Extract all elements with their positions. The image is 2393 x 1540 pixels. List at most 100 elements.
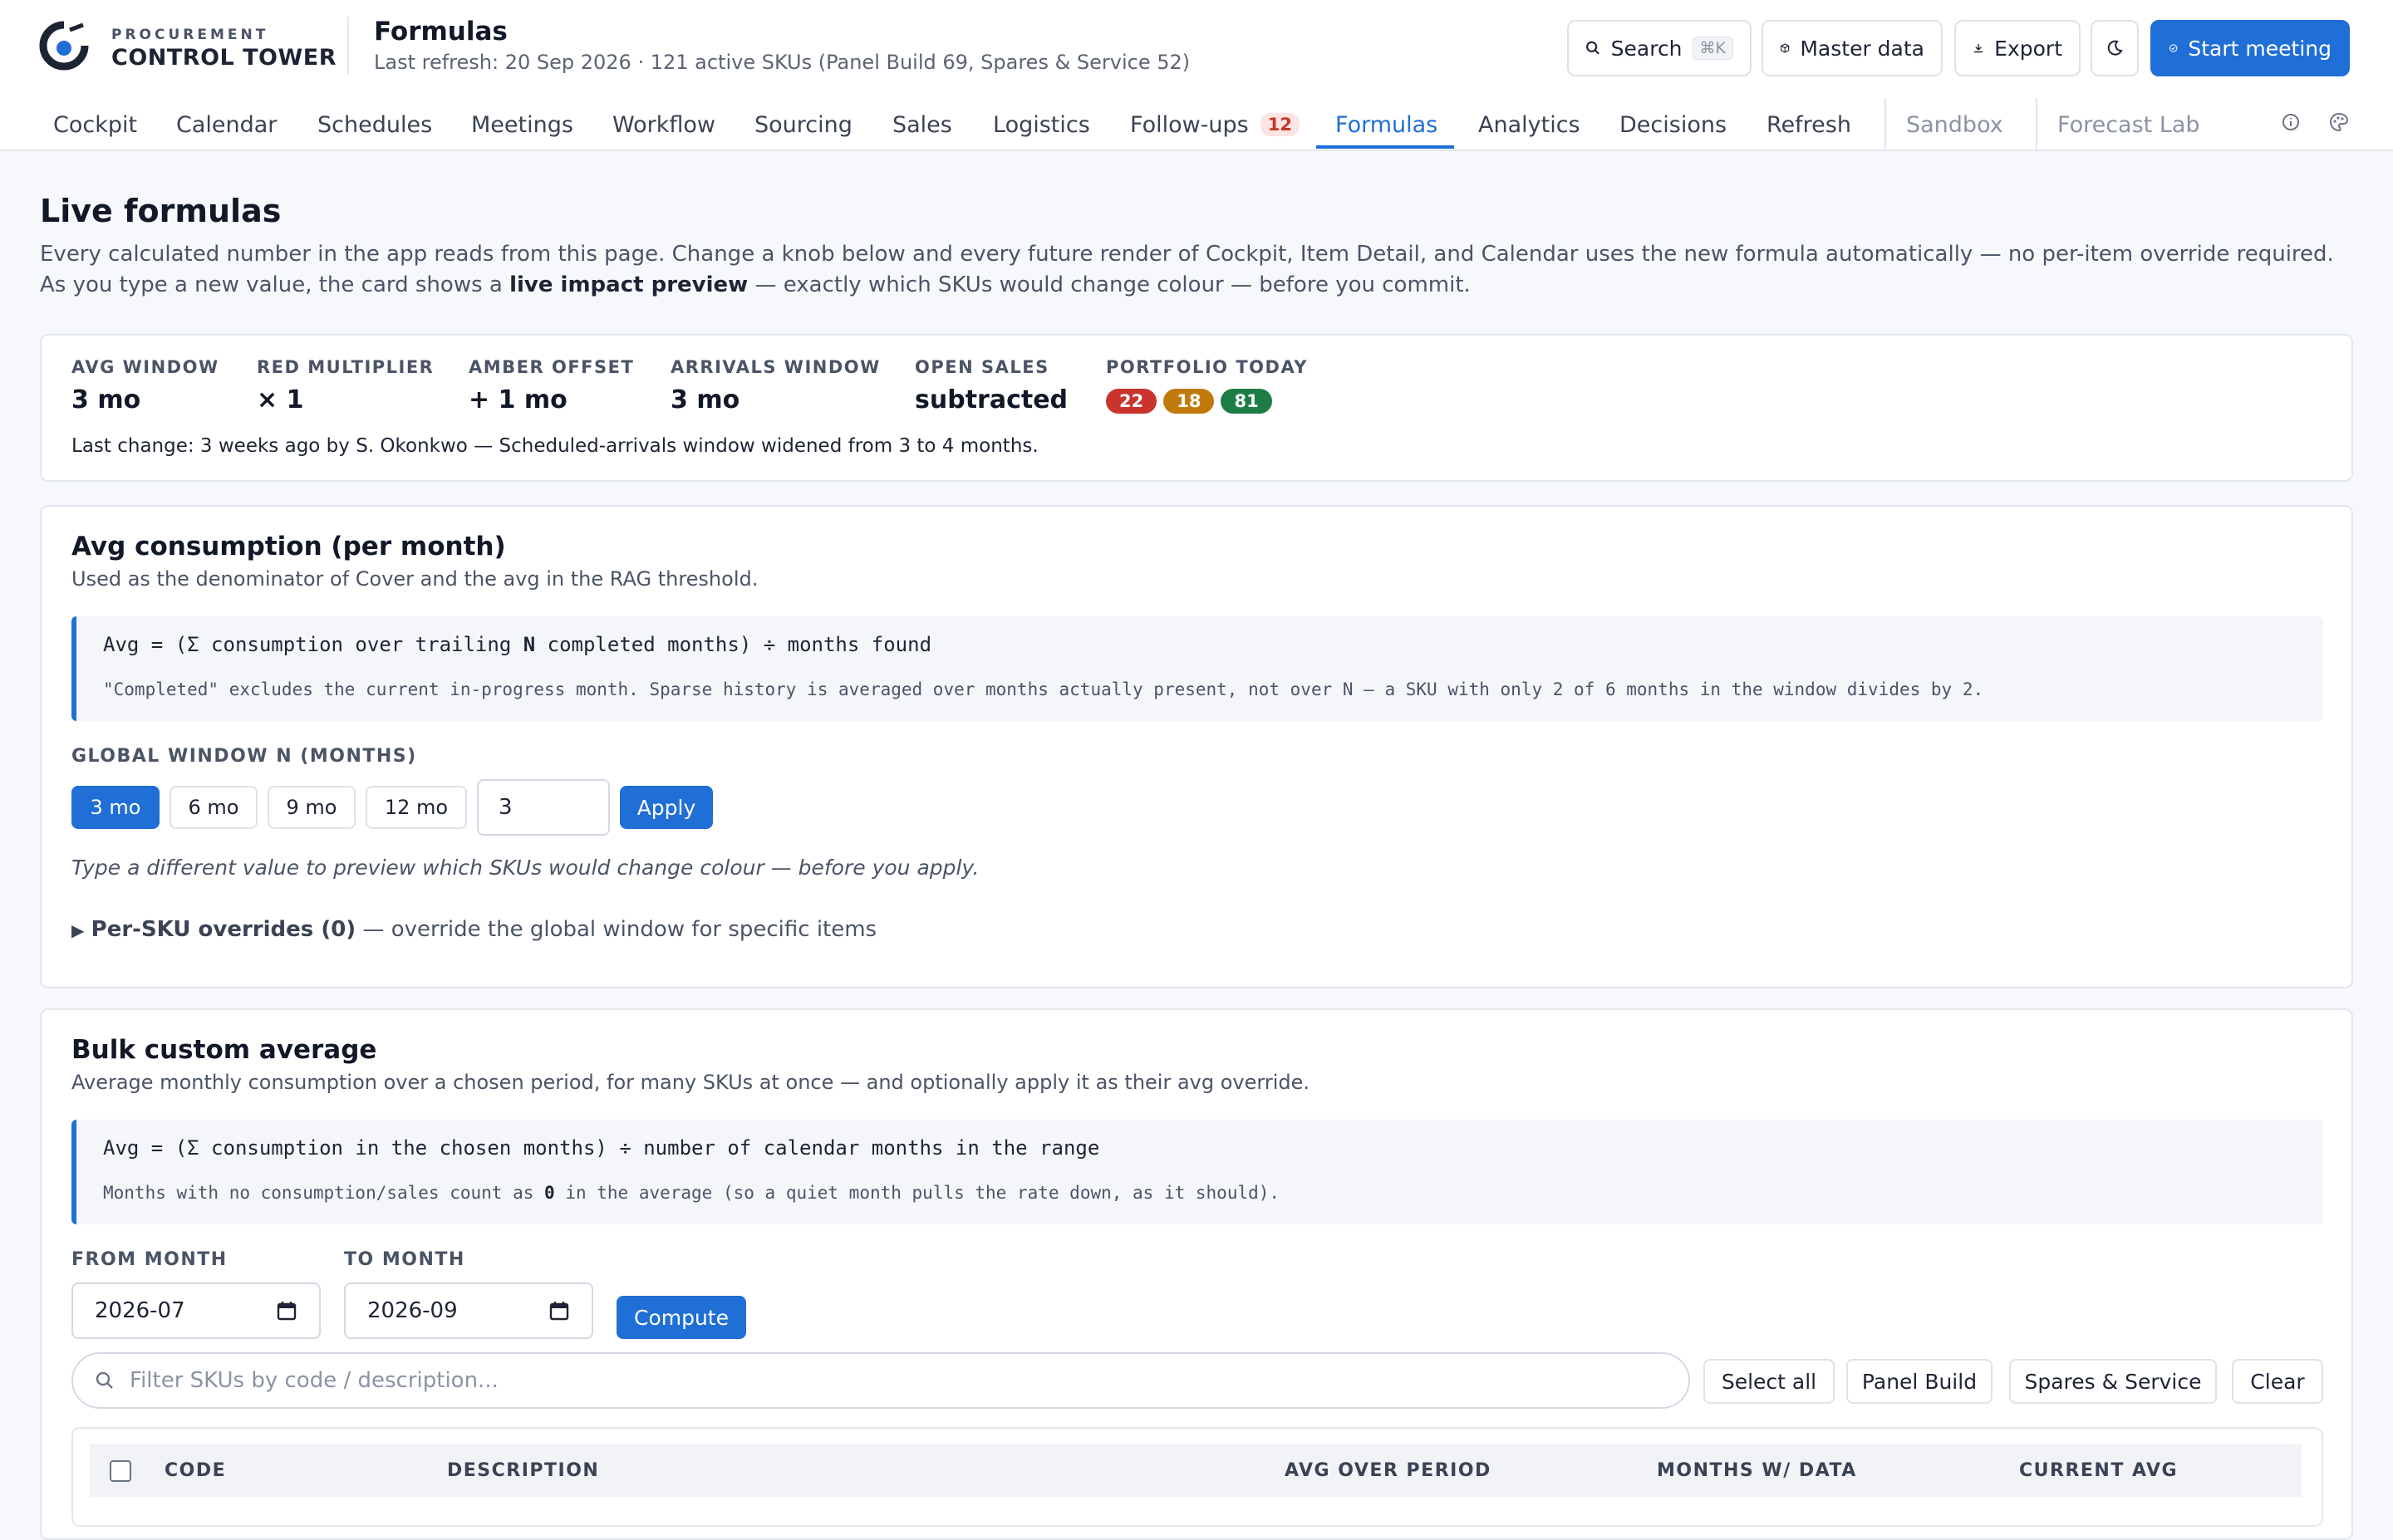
search-icon xyxy=(1586,41,1599,55)
tab-forecast-lab[interactable]: Forecast Lab xyxy=(2057,98,2200,151)
window-n-input[interactable]: 3 xyxy=(477,779,610,836)
tab-follow-ups[interactable]: Follow-ups 12 xyxy=(1130,98,1300,151)
header-divider xyxy=(347,17,349,75)
window-chip-6mo[interactable]: 6 mo xyxy=(170,786,258,829)
check-circle-icon xyxy=(2169,44,2178,52)
stat-value: 3 mo xyxy=(71,385,141,414)
palette-icon[interactable] xyxy=(2327,110,2351,135)
tab-logistics[interactable]: Logistics xyxy=(993,98,1090,151)
tab-workflow[interactable]: Workflow xyxy=(612,98,715,151)
bulk-formula-box: Avg = (Σ consumption in the chosen month… xyxy=(71,1120,2323,1224)
note-zero: 0 xyxy=(544,1183,555,1203)
bulk-formula: Avg = (Σ consumption in the chosen month… xyxy=(103,1136,1100,1160)
to-month-input[interactable]: 2026-09 xyxy=(344,1283,593,1339)
window-label: GLOBAL WINDOW N (MONTHS) xyxy=(71,746,417,767)
cube-icon xyxy=(1781,43,1790,53)
brand-name: CONTROL TOWER xyxy=(111,45,337,71)
calendar-icon[interactable] xyxy=(548,1300,570,1322)
stat-value: 3 mo xyxy=(671,385,740,414)
note-part: Months with no consumption/sales count a… xyxy=(103,1183,545,1203)
stat-value: × 1 xyxy=(257,385,304,414)
tab-sandbox[interactable]: Sandbox xyxy=(1906,98,2003,151)
master-data-label: Master data xyxy=(1800,36,1924,61)
from-month-input[interactable]: 2026-07 xyxy=(71,1283,321,1339)
column-code[interactable]: CODE xyxy=(165,1460,226,1481)
sku-filter-input[interactable]: Filter SKUs by code / description... xyxy=(71,1352,1690,1409)
tab-decisions[interactable]: Decisions xyxy=(1619,98,1727,151)
page-title: Formulas xyxy=(374,17,508,47)
intro-text-part: — exactly which SKUs would change colour… xyxy=(748,272,1471,297)
apply-button[interactable]: Apply xyxy=(620,786,713,829)
panel-build-filter-button[interactable]: Panel Build xyxy=(1846,1359,1993,1404)
active-tab-indicator xyxy=(1316,145,1454,149)
bulk-formula-note: Months with no consumption/sales count a… xyxy=(103,1183,1280,1203)
avg-formula: Avg = (Σ consumption over trailing N com… xyxy=(103,633,931,656)
window-chip-3mo[interactable]: 3 mo xyxy=(71,786,160,829)
from-month-value: 2026-07 xyxy=(95,1298,185,1323)
export-button[interactable]: Export xyxy=(1954,20,2081,76)
stat-arrivals-window: ARRIVALS WINDOW 3 mo xyxy=(671,357,881,414)
avg-card-title: Avg consumption (per month) xyxy=(71,532,506,562)
stat-label: AMBER OFFSET xyxy=(469,357,635,377)
tab-meetings[interactable]: Meetings xyxy=(471,98,573,151)
compute-button[interactable]: Compute xyxy=(617,1296,746,1339)
search-icon xyxy=(96,1371,113,1389)
formula-n: N xyxy=(523,633,536,656)
last-refresh-text: Last refresh: 20 Sep 2026 · 121 active S… xyxy=(374,51,1191,74)
select-all-button[interactable]: Select all xyxy=(1703,1359,1835,1404)
stat-value: subtracted xyxy=(915,385,1069,414)
intro-line-2: As you type a new value, the card shows … xyxy=(40,270,2366,301)
table-header: CODE DESCRIPTION AVG OVER PERIOD MONTHS … xyxy=(90,1444,2302,1497)
column-avg-over-period[interactable]: AVG OVER PERIOD xyxy=(1285,1460,1491,1481)
dark-mode-toggle[interactable] xyxy=(2091,20,2139,76)
per-sku-overrides-toggle[interactable]: ▶ Per-SKU overrides (0) — override the g… xyxy=(71,917,877,942)
tab-formulas[interactable]: Formulas xyxy=(1335,98,1437,151)
avg-formula-box: Avg = (Σ consumption over trailing N com… xyxy=(71,616,2323,721)
search-shortcut: ⌘K xyxy=(1692,37,1733,60)
intro-line-1: Every calculated number in the app reads… xyxy=(40,242,2334,267)
avg-formula-note: "Completed" excludes the current in-prog… xyxy=(103,679,1984,699)
window-chip-9mo[interactable]: 9 mo xyxy=(268,786,356,829)
column-description[interactable]: DESCRIPTION xyxy=(447,1460,599,1481)
preview-hint: Type a different value to preview which … xyxy=(71,856,980,880)
bulk-sku-table: CODE DESCRIPTION AVG OVER PERIOD MONTHS … xyxy=(71,1427,2323,1527)
tab-calendar[interactable]: Calendar xyxy=(176,98,277,151)
stat-label: OPEN SALES xyxy=(915,357,1049,377)
window-chip-12mo[interactable]: 12 mo xyxy=(366,786,467,829)
intro-text: Every calculated number in the app reads… xyxy=(40,239,2366,301)
stat-value: + 1 mo xyxy=(469,385,568,414)
stat-avg-window: AVG WINDOW 3 mo xyxy=(71,357,219,414)
nav-divider xyxy=(2036,98,2037,150)
spares-service-filter-button[interactable]: Spares & Service xyxy=(2009,1359,2217,1404)
moon-icon xyxy=(2107,40,2123,56)
expand-triangle-icon: ▶ xyxy=(71,920,85,940)
start-meeting-label: Start meeting xyxy=(2188,36,2332,61)
column-months-with-data[interactable]: MONTHS W/ DATA xyxy=(1657,1460,1857,1481)
start-meeting-button[interactable]: Start meeting xyxy=(2150,20,2350,76)
master-data-button[interactable]: Master data xyxy=(1762,20,1943,76)
sku-filter-placeholder: Filter SKUs by code / description... xyxy=(130,1368,499,1393)
info-icon[interactable] xyxy=(2278,110,2303,135)
tab-cockpit[interactable]: Cockpit xyxy=(53,98,137,151)
tab-schedules[interactable]: Schedules xyxy=(317,98,432,151)
bulk-card-title: Bulk custom average xyxy=(71,1035,377,1065)
search-button[interactable]: Search ⌘K xyxy=(1567,20,1752,76)
overrides-title: Per-SKU overrides (0) xyxy=(91,917,356,942)
green-count-badge: 81 xyxy=(1221,389,1272,414)
amber-count-badge: 18 xyxy=(1163,389,1215,414)
select-all-checkbox[interactable] xyxy=(110,1460,131,1482)
to-month-value: 2026-09 xyxy=(367,1298,458,1323)
download-icon xyxy=(1973,43,1983,53)
tab-sales[interactable]: Sales xyxy=(892,98,952,151)
column-current-avg[interactable]: CURRENT AVG xyxy=(2019,1460,2178,1481)
tab-sourcing[interactable]: Sourcing xyxy=(754,98,853,151)
stat-label: AVG WINDOW xyxy=(71,357,219,377)
tab-analytics[interactable]: Analytics xyxy=(1478,98,1580,151)
stat-open-sales: OPEN SALES subtracted xyxy=(915,357,1068,414)
calendar-icon[interactable] xyxy=(276,1300,297,1322)
clear-selection-button[interactable]: Clear xyxy=(2232,1359,2323,1404)
live-impact-preview-emphasis: live impact preview xyxy=(509,272,749,297)
tab-follow-ups-label: Follow-ups xyxy=(1130,111,1249,138)
tab-refresh[interactable]: Refresh xyxy=(1766,98,1851,151)
search-button-label: Search xyxy=(1610,36,1683,61)
